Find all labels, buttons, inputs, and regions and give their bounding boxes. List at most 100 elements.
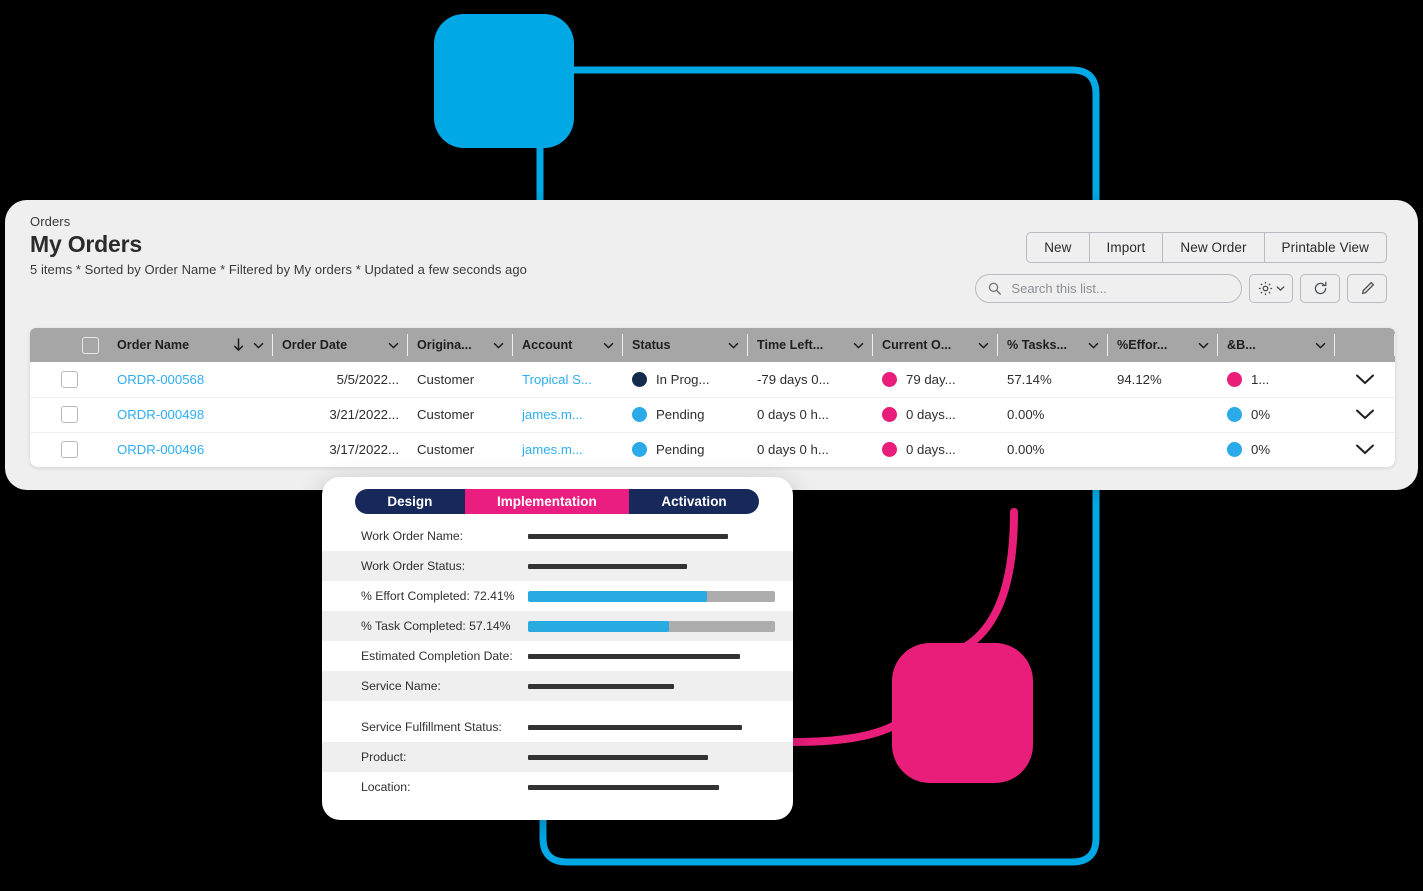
row-checkbox[interactable] bbox=[60, 441, 78, 459]
cell-current-owner: 0 days... bbox=[873, 432, 998, 467]
tab-activation[interactable]: Activation bbox=[629, 489, 759, 514]
cell-tasks-pct: 0.00% bbox=[998, 397, 1108, 433]
task-progress-bar bbox=[528, 620, 775, 632]
column-header-time-left[interactable]: Time Left... bbox=[748, 328, 873, 362]
field-label: % Effort Completed: 72.41% bbox=[361, 589, 515, 603]
row-checkbox[interactable] bbox=[60, 370, 78, 388]
chevron-down-icon[interactable] bbox=[388, 340, 399, 351]
chevron-down-icon[interactable] bbox=[728, 340, 739, 351]
list-settings-button[interactable] bbox=[1249, 274, 1293, 303]
edit-view-button[interactable] bbox=[1347, 274, 1387, 303]
cell-effort-pct bbox=[1108, 432, 1218, 467]
import-button[interactable]: Import bbox=[1090, 233, 1164, 262]
column-label: Account bbox=[522, 338, 573, 352]
column-header-b-value[interactable]: &B... bbox=[1218, 328, 1335, 362]
table-row[interactable]: ORDR-000498 3/21/2022... Customer james.… bbox=[30, 397, 1395, 433]
cell-row-actions bbox=[1335, 397, 1395, 433]
cell-status: Pending bbox=[623, 397, 748, 433]
field-label: Location: bbox=[361, 780, 411, 794]
decorative-pink-node bbox=[892, 643, 1033, 783]
row-expand-chevron-icon[interactable] bbox=[1344, 443, 1386, 456]
list-summary: 5 items * Sorted by Order Name * Filtere… bbox=[30, 262, 527, 277]
b-value-label: 1... bbox=[1251, 371, 1270, 387]
account-link[interactable]: james.m... bbox=[522, 442, 583, 457]
printable-view-button[interactable]: Printable View bbox=[1265, 233, 1386, 262]
cell-originator: Customer bbox=[408, 362, 513, 398]
account-link[interactable]: james.m... bbox=[522, 407, 583, 422]
redacted-value bbox=[528, 533, 728, 539]
column-header-order-date[interactable]: Order Date bbox=[273, 328, 408, 362]
field-label: Service Name: bbox=[361, 679, 441, 693]
status-dot bbox=[632, 371, 647, 387]
chevron-down-icon[interactable] bbox=[1198, 340, 1209, 351]
table-body: ORDR-000568 5/5/2022... Customer Tropica… bbox=[30, 362, 1395, 467]
select-all-checkbox[interactable] bbox=[82, 336, 99, 354]
detail-row-service-fulfillment-status: Service Fulfillment Status: bbox=[322, 712, 793, 742]
column-header-status[interactable]: Status bbox=[623, 328, 748, 362]
chevron-down-icon[interactable] bbox=[253, 340, 264, 351]
orders-table: Order Name Order Date Origina... Account… bbox=[30, 328, 1395, 467]
column-header-tasks-pct[interactable]: % Tasks... bbox=[998, 328, 1108, 362]
row-select-cell bbox=[30, 432, 108, 467]
account-link[interactable]: Tropical S... bbox=[522, 372, 592, 387]
chevron-down-icon[interactable] bbox=[1088, 340, 1099, 351]
orders-list-panel: Orders My Orders 5 items * Sorted by Ord… bbox=[5, 200, 1418, 490]
search-icon bbox=[988, 282, 1001, 295]
new-order-button[interactable]: New Order bbox=[1163, 233, 1265, 262]
chevron-down-icon[interactable] bbox=[853, 340, 864, 351]
owner-label: 0 days... bbox=[906, 407, 956, 422]
column-label: Order Date bbox=[282, 338, 348, 352]
tab-implementation[interactable]: Implementation bbox=[464, 489, 630, 514]
cell-time-left: -79 days 0... bbox=[748, 362, 873, 398]
chevron-down-icon[interactable] bbox=[978, 340, 989, 351]
order-name-link[interactable]: ORDR-000568 bbox=[117, 372, 204, 387]
b-value-dot bbox=[1227, 407, 1242, 422]
chevron-down-icon[interactable] bbox=[1315, 340, 1326, 351]
cell-account: james.m... bbox=[513, 432, 623, 467]
redacted-value bbox=[528, 683, 674, 689]
search-box[interactable] bbox=[975, 274, 1242, 303]
cell-tasks-pct: 0.00% bbox=[1007, 442, 1045, 458]
cell-order-name: ORDR-000568 bbox=[108, 362, 273, 398]
tab-design[interactable]: Design bbox=[355, 489, 465, 514]
column-label: %Effor... bbox=[1117, 338, 1168, 352]
column-header-current-owner[interactable]: Current O... bbox=[873, 328, 998, 362]
table-header-row: Order Name Order Date Origina... Account… bbox=[30, 328, 1395, 362]
cell-order-name: ORDR-000498 bbox=[108, 397, 273, 433]
column-header-originator[interactable]: Origina... bbox=[408, 328, 513, 362]
order-name-link[interactable]: ORDR-000498 bbox=[117, 407, 204, 422]
cell-effort-pct: 94.12% bbox=[1108, 362, 1218, 398]
column-label: Current O... bbox=[882, 338, 952, 352]
column-label: Status bbox=[632, 338, 671, 352]
cell-b-value: 1... bbox=[1218, 362, 1335, 398]
action-button-group: New Import New Order Printable View bbox=[1026, 232, 1387, 263]
row-expand-chevron-icon[interactable] bbox=[1344, 408, 1386, 421]
cell-originator: Customer bbox=[417, 442, 475, 458]
search-input[interactable] bbox=[1009, 280, 1229, 297]
table-row[interactable]: ORDR-000568 5/5/2022... Customer Tropica… bbox=[30, 362, 1395, 398]
screenshot-stage: Orders My Orders 5 items * Sorted by Ord… bbox=[0, 0, 1423, 891]
cell-b-value: 0% bbox=[1218, 432, 1335, 467]
column-header-effort-pct[interactable]: %Effor... bbox=[1108, 328, 1218, 362]
field-label: % Task Completed: 57.14% bbox=[361, 619, 511, 633]
detail-row-effort-completed: % Effort Completed: 72.41% bbox=[322, 581, 793, 611]
column-label: Time Left... bbox=[757, 338, 824, 352]
order-name-link[interactable]: ORDR-000496 bbox=[117, 442, 204, 457]
chevron-down-icon[interactable] bbox=[603, 340, 614, 351]
row-checkbox[interactable] bbox=[60, 406, 78, 423]
chevron-down-icon[interactable] bbox=[493, 340, 504, 351]
decorative-blue-node bbox=[434, 14, 574, 148]
table-row[interactable]: ORDR-000496 3/17/2022... Customer james.… bbox=[30, 432, 1395, 467]
status-label: In Prog... bbox=[656, 371, 710, 387]
field-label: Work Order Name: bbox=[361, 529, 464, 543]
column-header-order-name[interactable]: Order Name bbox=[108, 328, 273, 362]
sort-descending-icon[interactable] bbox=[233, 338, 244, 352]
row-expand-chevron-icon[interactable] bbox=[1344, 373, 1386, 386]
new-button[interactable]: New bbox=[1027, 233, 1090, 262]
column-header-account[interactable]: Account bbox=[513, 328, 623, 362]
column-label: Order Name bbox=[117, 338, 190, 352]
owner-dot bbox=[882, 371, 897, 387]
detail-row-location: Location: bbox=[322, 772, 793, 802]
refresh-button[interactable] bbox=[1300, 274, 1340, 303]
cell-time-left: 0 days 0 h... bbox=[748, 397, 873, 433]
